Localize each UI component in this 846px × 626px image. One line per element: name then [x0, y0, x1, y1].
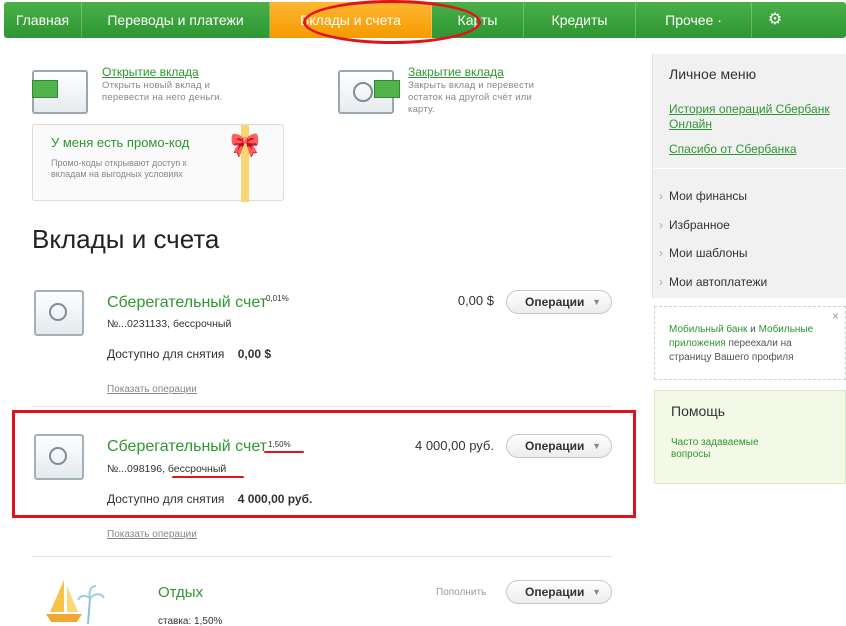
- personal-menu-title: Личное меню: [669, 66, 757, 82]
- account-name[interactable]: Сберегательный счет: [107, 438, 267, 456]
- money-icon: [374, 80, 400, 98]
- account-number: №...0231133, бессрочный: [107, 318, 232, 330]
- promo-title[interactable]: У меня есть промо-код: [51, 135, 189, 150]
- available-balance: Доступно для снятия 4 000,00 руб.: [107, 492, 312, 506]
- operations-button[interactable]: Операции ▼: [506, 290, 612, 314]
- notice-conj: и: [747, 324, 759, 335]
- divider: [32, 406, 612, 407]
- sidebar-item-autopayments[interactable]: Мои автоплатежи: [659, 275, 767, 289]
- open-deposit-desc: Открыть новый вклад и перевести на него …: [102, 80, 223, 103]
- safe-icon: [32, 70, 88, 114]
- chevron-down-icon: ▼: [592, 587, 601, 597]
- help-box: Помощь Часто задаваемые вопросы: [654, 390, 846, 484]
- promo-code-box[interactable]: У меня есть промо-код Промо-коды открыва…: [32, 124, 284, 202]
- account-name[interactable]: Сберегательный счет: [107, 294, 267, 312]
- show-operations-link[interactable]: Показать операции: [107, 384, 197, 395]
- safe-icon: [338, 70, 400, 114]
- account-term: , бессрочный: [162, 463, 227, 475]
- account-amount: 0,00 $: [457, 293, 494, 308]
- nav-item-other[interactable]: Прочее ·: [636, 2, 752, 38]
- sailboat-icon: [46, 580, 105, 625]
- available-label: Доступно для снятия: [107, 347, 225, 361]
- close-deposit-link[interactable]: Закрытие вклада: [408, 65, 504, 79]
- chevron-down-icon: ▼: [592, 441, 601, 451]
- sidebar-item-templates[interactable]: Мои шаблоны: [659, 246, 747, 260]
- close-deposit-desc: Закрыть вклад и перевести остаток на дру…: [408, 80, 535, 115]
- annotation-underline: [172, 476, 244, 478]
- page-title: Вклады и счета: [32, 224, 220, 254]
- money-icon: [32, 80, 58, 98]
- available-balance: Доступно для снятия 0,00 $: [107, 347, 271, 361]
- notice-box: × Мобильный банк и Мобильные приложения …: [654, 306, 846, 380]
- account-rate: 1,50%: [268, 440, 291, 449]
- nav-item-credits[interactable]: Кредиты: [524, 2, 636, 38]
- safe-icon: [34, 434, 84, 480]
- mobile-bank-link[interactable]: Мобильный банк: [669, 324, 747, 335]
- sidebar-link-history[interactable]: История операций Сбербанк Онлайн: [669, 102, 839, 132]
- account-rate: 0,01%: [266, 294, 289, 303]
- close-icon[interactable]: ×: [832, 309, 839, 323]
- sidebar-link-thanks[interactable]: Спасибо от Сбербанка: [669, 142, 839, 157]
- available-value: 4 000,00 руб.: [237, 492, 313, 506]
- nav-item-home[interactable]: Главная: [4, 2, 82, 38]
- operations-button[interactable]: Операции ▼: [506, 580, 612, 604]
- gift-bow-icon: 🎀: [230, 132, 260, 159]
- nav-item-deposits[interactable]: Вклады и счета: [270, 2, 432, 38]
- operations-label: Операции: [525, 585, 585, 599]
- top-up-link[interactable]: Пополнить: [436, 587, 486, 598]
- nav-item-cards[interactable]: Карты: [432, 2, 524, 38]
- goal-subtitle: ставка: 1,50%: [158, 616, 223, 626]
- divider: [653, 168, 846, 169]
- notice-text: Мобильный банк и Мобильные приложения пе…: [669, 323, 833, 365]
- nav-item-transfers[interactable]: Переводы и платежи: [82, 2, 270, 38]
- operations-label: Операции: [525, 439, 585, 453]
- sidebar-item-favorites[interactable]: Избранное: [659, 218, 730, 232]
- available-label: Доступно для снятия: [107, 492, 225, 506]
- annotation-highlight-box: [12, 410, 636, 518]
- annotation-underline: [264, 451, 304, 453]
- faq-link[interactable]: Часто задаваемые вопросы: [671, 437, 781, 461]
- account-amount: 4 000,00 руб.: [414, 438, 494, 453]
- safe-icon: [34, 290, 84, 336]
- divider: [32, 556, 612, 557]
- available-value: 0,00 $: [237, 347, 272, 361]
- help-title: Помощь: [671, 403, 726, 419]
- account-number-value: №...098196: [107, 463, 163, 475]
- gear-icon[interactable]: ⚙: [752, 2, 798, 38]
- main-nav: Главная Переводы и платежи Вклады и счет…: [4, 2, 846, 38]
- account-number: №...098196, бессрочный: [107, 463, 226, 475]
- operations-label: Операции: [525, 295, 585, 309]
- goal-name[interactable]: Отдых: [158, 584, 203, 601]
- promo-desc: Промо-коды открывают доступ к вкладам на…: [51, 158, 187, 179]
- open-deposit-link[interactable]: Открытие вклада: [102, 65, 199, 79]
- sidebar-item-finances[interactable]: Мои финансы: [659, 189, 747, 203]
- operations-button[interactable]: Операции ▼: [506, 434, 612, 458]
- personal-menu: Личное меню История операций Сбербанк Он…: [652, 54, 846, 298]
- show-operations-link[interactable]: Показать операции: [107, 529, 197, 540]
- chevron-down-icon: ▼: [592, 297, 601, 307]
